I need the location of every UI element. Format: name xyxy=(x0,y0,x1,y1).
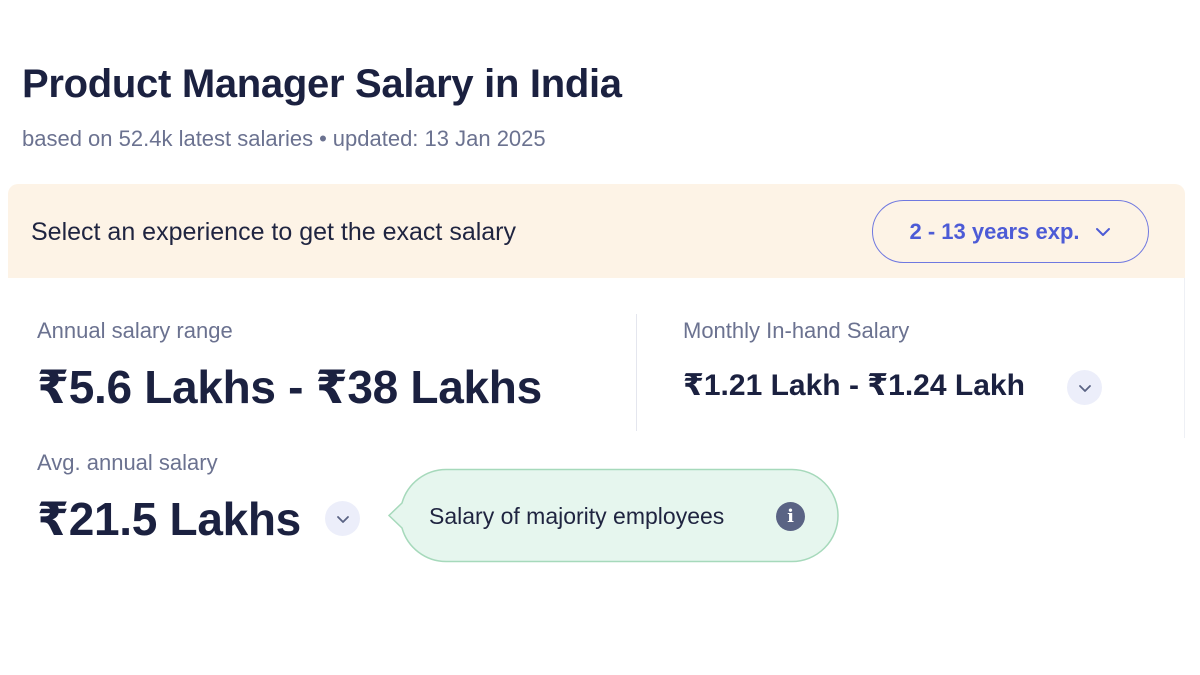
monthly-inhand-label: Monthly In-hand Salary xyxy=(683,318,910,343)
annual-range-value: ₹5.6 Lakhs - ₹38 Lakhs xyxy=(37,361,542,413)
page-subtitle: based on 52.4k latest salaries • updated: … xyxy=(22,126,546,152)
chevron-down-icon xyxy=(336,515,349,523)
tooltip-text: Salary of majority employees xyxy=(429,503,725,529)
experience-prompt: Select an experience to get the exact sa… xyxy=(31,218,517,246)
monthly-inhand-value: ₹1.21 Lakh - ₹1.24 Lakh xyxy=(683,369,1025,402)
updated-date-text: updated: 13 Jan 2025 xyxy=(332,126,546,151)
avg-salary-value: ₹21.5 Lakhs xyxy=(37,493,301,545)
avg-expand-button[interactable] xyxy=(325,501,360,536)
chevron-down-icon xyxy=(1078,384,1091,392)
annual-range-label: Annual salary range xyxy=(37,318,233,343)
page-title: Product Manager Salary in India xyxy=(22,62,622,106)
salary-count-text: based on 52.4k latest salaries xyxy=(22,126,314,151)
avg-salary-label: Avg. annual salary xyxy=(37,450,218,475)
majority-salary-tooltip: Salary of majority employees i xyxy=(386,468,840,563)
experience-dropdown[interactable]: 2 - 13 years exp. xyxy=(872,200,1149,263)
separator-dot: • xyxy=(319,126,327,151)
monthly-expand-button[interactable] xyxy=(1067,370,1102,405)
experience-dropdown-label: 2 - 13 years exp. xyxy=(909,218,1080,244)
chevron-down-icon xyxy=(1095,227,1110,236)
column-divider xyxy=(636,314,637,431)
experience-banner: Select an experience to get the exact sa… xyxy=(8,184,1185,278)
info-icon[interactable]: i xyxy=(776,502,805,531)
salary-card xyxy=(8,278,1185,438)
